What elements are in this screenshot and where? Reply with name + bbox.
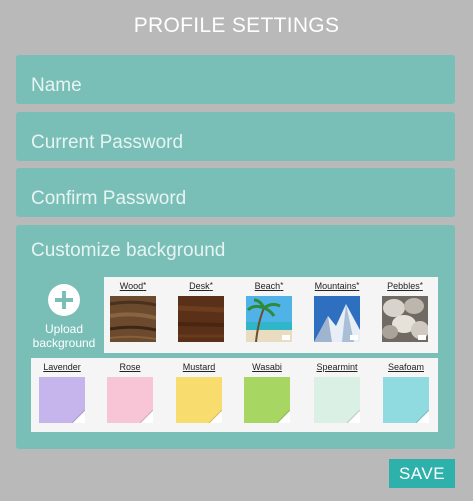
premium-marker: * [419, 281, 423, 290]
bg-option-mountains[interactable]: Mountains* [312, 280, 362, 342]
name-field[interactable] [16, 55, 455, 104]
premium-marker: * [356, 281, 360, 290]
bg-option-label: Mustard [182, 362, 216, 372]
bg-option-wood[interactable]: Wood* [108, 280, 158, 342]
bg-option-mustard[interactable]: Mustard [174, 361, 224, 423]
bg-option-wasabi[interactable]: Wasabi [242, 361, 292, 423]
premium-marker: * [280, 281, 284, 290]
bg-option-label: Desk [189, 281, 210, 291]
premium-marker: * [209, 281, 213, 290]
spearmint-swatch [314, 377, 360, 423]
bg-option-label: Pebbles [387, 281, 420, 291]
background-panel: Customize background Upload background W… [16, 225, 455, 449]
wood-thumbnail [110, 296, 156, 342]
bg-option-pebbles[interactable]: Pebbles* [380, 280, 430, 342]
bg-option-label: Wood [119, 281, 144, 291]
bg-option-rose[interactable]: Rose [105, 361, 155, 423]
rose-swatch [107, 377, 153, 423]
bg-option-seafoam[interactable]: Seafoam [381, 361, 431, 423]
desk-thumbnail [178, 296, 224, 342]
premium-marker: * [143, 281, 147, 290]
current-password-field[interactable] [16, 112, 455, 161]
bg-option-label: Lavender [43, 362, 81, 372]
seafoam-swatch [383, 377, 429, 423]
upload-background-button[interactable]: Upload background [28, 284, 100, 350]
bg-option-desk[interactable]: Desk* [176, 280, 226, 342]
save-button[interactable]: SAVE [389, 459, 455, 488]
bg-option-lavender[interactable]: Lavender [37, 361, 87, 423]
confirm-password-field[interactable] [16, 168, 455, 217]
background-heading: Customize background [31, 240, 226, 261]
lavender-swatch [39, 377, 85, 423]
bg-option-label: Spearmint [316, 362, 358, 372]
color-backgrounds: Lavender Rose Mustard Wasabi Spearmint S… [31, 358, 438, 432]
bg-option-label: Beach [254, 281, 281, 291]
bg-option-label: Rose [119, 362, 141, 372]
beach-thumbnail [246, 296, 292, 342]
bg-option-label: Wasabi [252, 362, 282, 372]
upload-background-label: Upload background [32, 322, 96, 350]
pebbles-thumbnail [382, 296, 428, 342]
bg-option-spearmint[interactable]: Spearmint [312, 361, 362, 423]
mountains-thumbnail [314, 296, 360, 342]
mustard-swatch [176, 377, 222, 423]
photo-backgrounds: Wood* Desk* Beach* Mountains* Pebbles* [104, 277, 438, 353]
wasabi-swatch [244, 377, 290, 423]
page-title: PROFILE SETTINGS [133, 14, 340, 37]
plus-circle-icon [48, 284, 80, 316]
bg-option-label: Mountains [314, 281, 357, 291]
bg-option-label: Seafoam [387, 362, 425, 372]
bg-option-beach[interactable]: Beach* [244, 280, 294, 342]
